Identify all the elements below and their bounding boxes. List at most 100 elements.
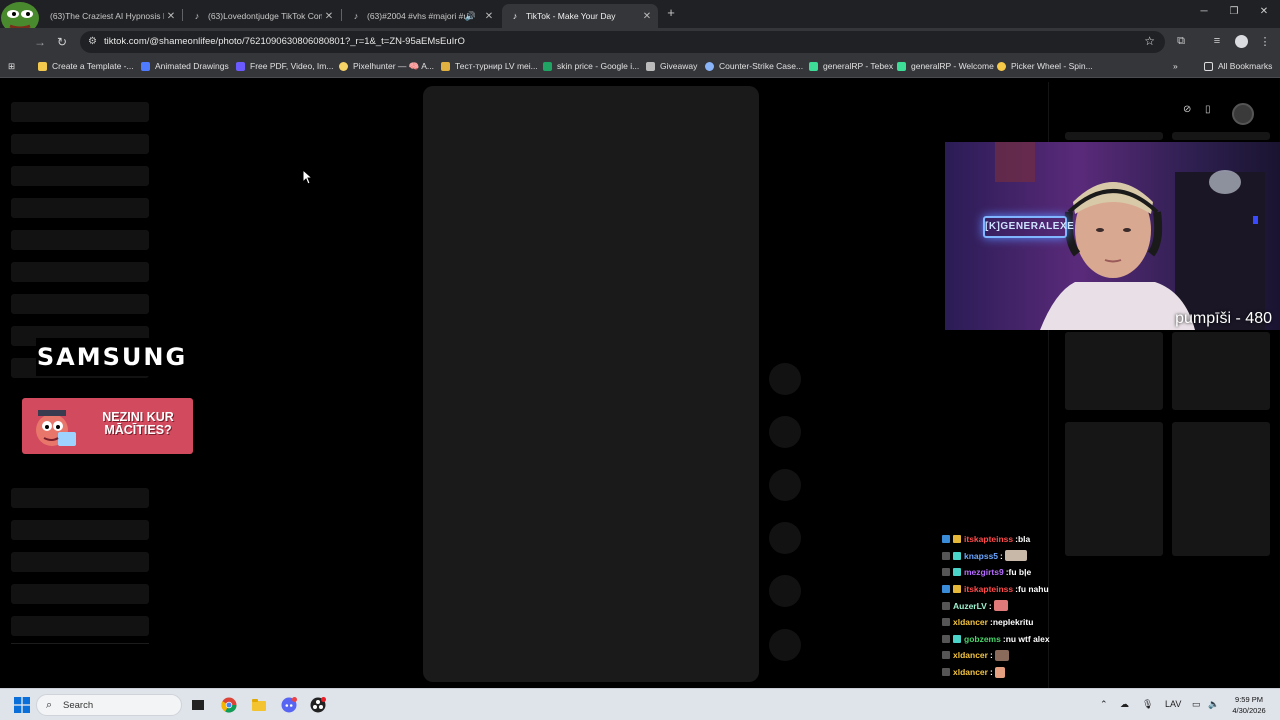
more-bookmarks-icon[interactable]: » xyxy=(1173,61,1178,71)
video-thumbnail-placeholder[interactable] xyxy=(1065,132,1163,140)
discord-icon[interactable] xyxy=(281,697,297,713)
chat-message: itskapteinss : fu nahu xyxy=(942,581,1082,598)
bookmark-label: Animated Drawings xyxy=(155,61,229,71)
action-button-placeholder[interactable] xyxy=(769,575,801,607)
taskbar-search[interactable]: ⌕ Search xyxy=(36,694,182,716)
menu-kebab-icon[interactable]: ⋮ xyxy=(1258,35,1272,48)
sidebar-skeleton xyxy=(11,262,149,282)
stream-chat: itskapteinss : bla knapss5 : mezgirts9 :… xyxy=(942,531,1082,680)
new-tab-icon[interactable]: + xyxy=(664,6,678,20)
ad-text: NEZINI KUR MĀCĪTIES? xyxy=(102,410,174,437)
tab-title: (63)Lovedontjudge TikTok Com xyxy=(208,11,322,21)
site-info-icon[interactable]: ⚙ xyxy=(88,36,97,47)
photo-viewer[interactable] xyxy=(423,86,759,682)
bookmark-label: Create a Template -... xyxy=(52,61,134,71)
bookmark-item[interactable]: Giveaway xyxy=(646,61,697,71)
bookmark-favicon-icon xyxy=(441,61,450,71)
chat-username: xldancer xyxy=(953,667,988,678)
video-thumbnail-placeholder[interactable] xyxy=(1172,332,1270,410)
onedrive-icon[interactable]: ☁ xyxy=(1120,699,1129,710)
all-bookmarks[interactable]: All Bookmarks xyxy=(1204,61,1272,71)
share-button-placeholder[interactable] xyxy=(769,522,801,554)
microphone-icon[interactable]: 🎙 xyxy=(1142,699,1153,710)
bookmark-favicon-icon xyxy=(339,62,348,71)
chat-message: gobzems : nu wtf alex xyxy=(942,631,1082,648)
task-view-icon[interactable] xyxy=(190,697,206,713)
tab-1[interactable]: (63)The Craziest AI Hypnosis Pr ✕ xyxy=(42,4,182,28)
video-thumbnail-placeholder[interactable] xyxy=(1172,132,1270,140)
bookmark-item[interactable]: skin price - Google i... xyxy=(543,61,639,71)
user-avatar[interactable] xyxy=(1232,103,1254,125)
emote-icon xyxy=(994,666,1005,678)
bookmark-item[interactable]: Picker Wheel - Spin... xyxy=(997,61,1093,71)
bookmark-item[interactable]: generalRP - Tebex xyxy=(809,61,893,71)
profile-avatar[interactable] xyxy=(1235,35,1248,48)
maximize-icon[interactable]: ❐ xyxy=(1226,6,1242,17)
windows-start-icon[interactable] xyxy=(14,697,30,713)
tiktok-icon: ♪ xyxy=(194,11,200,21)
like-button-placeholder[interactable] xyxy=(769,363,801,395)
bookmark-item[interactable]: generalRP - Welcome xyxy=(897,61,994,71)
tab-3[interactable]: ♪ (63)#2004 #vhs #majori #n 🔊 ✕ xyxy=(343,4,500,28)
bookmark-item[interactable]: Тест-турнир LV mei... xyxy=(441,61,538,71)
sidebar-skeleton xyxy=(11,166,149,186)
chat-text: fu nahu xyxy=(1017,584,1049,595)
chrome-icon[interactable] xyxy=(221,697,237,713)
obs-icon[interactable] xyxy=(310,697,326,713)
chat-username: mezgirts9 xyxy=(964,567,1004,578)
tab-separator xyxy=(182,9,183,21)
language-indicator[interactable]: LAV xyxy=(1165,699,1181,709)
system-clock[interactable]: 9:59 PM 4/30/2026 xyxy=(1224,694,1274,716)
bookmark-label: Free PDF, Video, Im... xyxy=(250,61,334,71)
close-window-icon[interactable]: ✕ xyxy=(1256,6,1272,17)
display-icon[interactable]: ▭ xyxy=(1192,699,1201,710)
chat-message: knapss5 : xyxy=(942,548,1082,565)
tab-close-icon[interactable]: ✕ xyxy=(164,11,178,22)
clock-time: 9:59 PM xyxy=(1235,695,1263,704)
extensions-icon[interactable]: ⧉ xyxy=(1174,35,1188,48)
bookmark-favicon-icon xyxy=(997,61,1006,71)
bookmark-favicon-icon xyxy=(543,61,552,71)
bookmark-star-icon[interactable]: ☆ xyxy=(1144,34,1155,48)
bookmark-button-placeholder[interactable] xyxy=(769,469,801,501)
address-bar[interactable]: ⚙ tiktok.com/@shameonlifee/photo/7621090… xyxy=(80,31,1165,53)
action-button-placeholder[interactable] xyxy=(769,629,801,661)
chat-text: bla xyxy=(1017,534,1031,545)
compass-icon[interactable]: ⊘ xyxy=(1183,104,1191,115)
chat-username: AuzerLV xyxy=(953,600,987,611)
sidebar-skeleton xyxy=(11,488,149,508)
bookmark-item[interactable]: Create a Template -... xyxy=(38,61,134,71)
sidebar-skeleton xyxy=(11,584,149,604)
file-explorer-icon[interactable] xyxy=(251,697,267,713)
volume-icon[interactable]: 🔈 xyxy=(1208,699,1219,710)
speaker-icon[interactable]: 🔊 xyxy=(465,11,476,22)
video-thumbnail-placeholder[interactable] xyxy=(1172,422,1270,556)
emote-icon xyxy=(994,649,1009,661)
video-thumbnail-placeholder[interactable] xyxy=(1065,332,1163,410)
bookmark-item[interactable]: Animated Drawings xyxy=(141,61,229,71)
tray-expand-icon[interactable]: ⌃ xyxy=(1100,699,1108,710)
reload-icon[interactable]: ↻ xyxy=(55,35,69,49)
sidebar-skeleton xyxy=(11,294,149,314)
bookmark-item[interactable]: Free PDF, Video, Im... xyxy=(236,61,333,71)
tab-strip: 13 (63)The Craziest AI Hypnosis Pr ✕ ♪ (… xyxy=(0,0,1280,43)
tab-close-icon[interactable]: ✕ xyxy=(640,11,654,22)
apps-grid-icon[interactable]: ⊞ xyxy=(8,61,15,72)
bookmark-favicon-icon xyxy=(705,61,714,71)
bookmark-item[interactable]: Counter-Strike Case... xyxy=(705,61,803,71)
webcam-caption: pumpīši - 480 xyxy=(1175,310,1272,327)
bookmark-favicon-icon xyxy=(236,61,245,71)
comment-button-placeholder[interactable] xyxy=(769,416,801,448)
bookmark-item[interactable]: Pixelhunter — 🧠 A... xyxy=(339,61,434,72)
minimize-icon[interactable]: ─ xyxy=(1196,6,1212,17)
media-control-icon[interactable]: ≡ xyxy=(1210,35,1224,47)
mobile-icon[interactable]: ▯ xyxy=(1205,104,1211,115)
sidebar-skeleton xyxy=(11,520,149,540)
sword-icon xyxy=(942,668,950,677)
tab-2[interactable]: ♪ (63)Lovedontjudge TikTok Com ✕ xyxy=(184,4,340,28)
forward-icon[interactable]: → xyxy=(33,35,47,49)
tab-4-active[interactable]: ♪ TikTok - Make Your Day ✕ xyxy=(502,4,658,28)
chat-username: itskapteinss xyxy=(964,584,1014,595)
tab-close-icon[interactable]: ✕ xyxy=(482,11,496,22)
tab-close-icon[interactable]: ✕ xyxy=(322,11,336,22)
